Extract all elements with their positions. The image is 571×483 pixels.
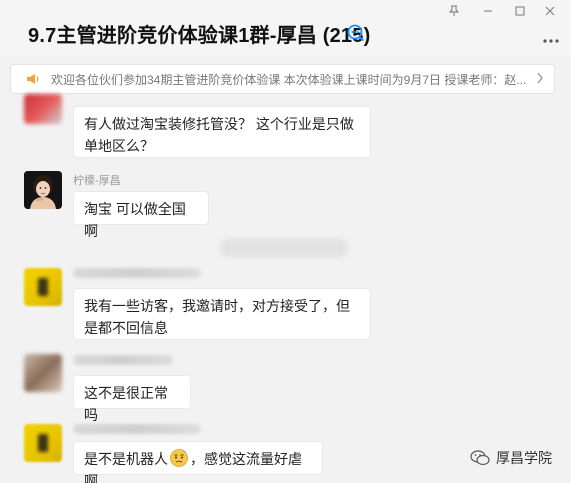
wechat-icon — [470, 450, 490, 466]
sender-name: 柠檬-厚昌 — [73, 175, 121, 187]
avatar[interactable] — [24, 268, 62, 306]
message-bubble: 我有一些访客，我邀请时，对方接受了，但是都不回信息 — [73, 288, 371, 340]
sender-name-blurred — [73, 268, 201, 278]
avatar-mark — [38, 278, 48, 296]
message-text: 我有一些访客，我邀请时，对方接受了，但是都不回信息 — [84, 298, 350, 336]
group-notice-bar[interactable]: 欢迎各位伙们参加34期主管进阶竞价体验课 本次体验课上课时间为9月7日 授课老师… — [10, 64, 555, 94]
message-text-before: 是不是机器人 — [84, 451, 168, 467]
sender-name-blurred — [73, 424, 201, 434]
thinking-emoji-icon — [170, 449, 188, 467]
watermark-text: 厚昌学院 — [496, 450, 552, 466]
watermark: 厚昌学院 — [470, 448, 552, 468]
pin-icon[interactable] — [444, 2, 464, 20]
sender-name-blurred — [73, 355, 173, 365]
message-bubble: 这不是很正常吗 — [73, 375, 191, 423]
avatar[interactable] — [24, 94, 62, 124]
message-bubble: 是不是机器人 ，感觉这流量好虐啊 — [73, 441, 323, 483]
message-text: 淘宝 可以做全国啊 — [84, 201, 186, 239]
more-icon[interactable] — [541, 30, 561, 46]
minimize-icon[interactable] — [478, 2, 498, 20]
message-text: 有人做过淘宝装修托管没？ 这个行业是只做单地区么？ — [84, 116, 354, 154]
maximize-icon[interactable] — [510, 2, 530, 20]
close-icon[interactable] — [540, 2, 560, 20]
avatar-mark — [38, 434, 48, 452]
message-bubble: 有人做过淘宝装修托管没？ 这个行业是只做单地区么？ — [73, 106, 371, 158]
title-bar: 9.7主管进阶竞价体验课1群-厚昌 (215) — [0, 0, 571, 56]
notice-text: 欢迎各位伙们参加34期主管进阶竞价体验课 本次体验课上课时间为9月7日 授课老师… — [51, 72, 526, 87]
group-title: 9.7主管进阶竞价体验课1群-厚昌 (215) — [28, 25, 371, 47]
avatar[interactable] — [24, 171, 62, 209]
avatar[interactable] — [24, 354, 62, 392]
user-avatar-image — [24, 171, 62, 209]
message-bubble: 淘宝 可以做全国啊 — [73, 191, 209, 239]
message-text: 这不是很正常吗 — [84, 385, 168, 423]
avatar[interactable] — [24, 424, 62, 462]
group-chat-icon[interactable] — [347, 24, 365, 42]
chat-window: 9.7主管进阶竞价体验课1群-厚昌 (215) 欢迎各位伙们参加34期主管进阶竞… — [0, 0, 571, 483]
system-message-blurred — [220, 238, 348, 258]
chevron-right-icon[interactable] — [532, 71, 548, 87]
announcement-icon — [27, 74, 39, 84]
